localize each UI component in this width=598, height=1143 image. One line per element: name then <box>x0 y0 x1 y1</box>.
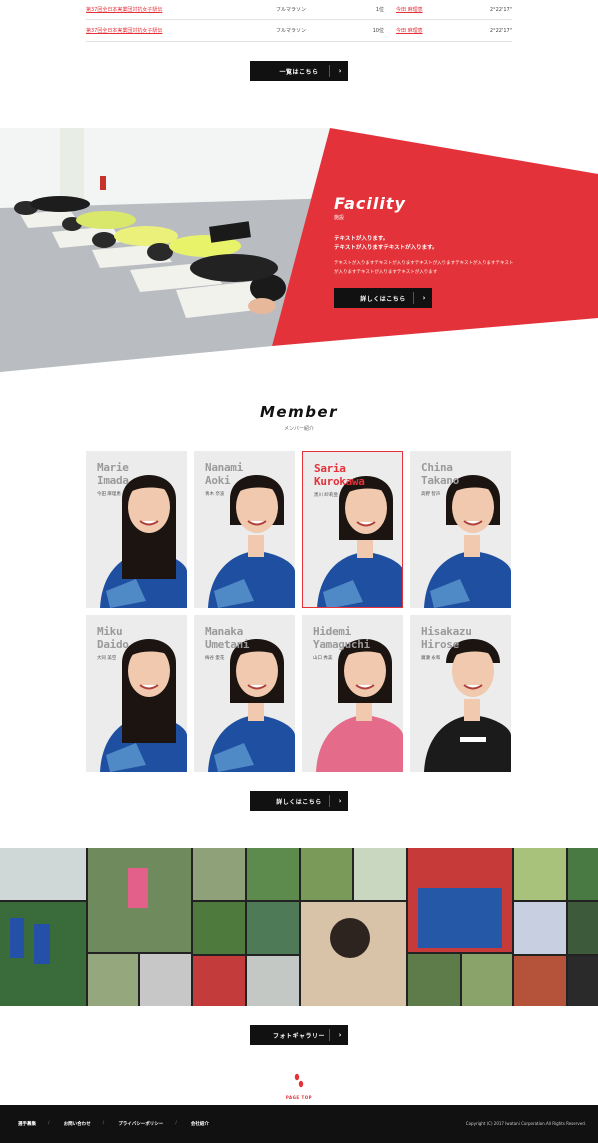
chevron-right-icon: › <box>338 797 342 805</box>
gallery-photo[interactable] <box>0 848 86 900</box>
footer-divider: / <box>175 1121 177 1126</box>
gallery-photo[interactable] <box>193 956 245 1006</box>
facility-details-button[interactable]: 詳しくはこちら › <box>334 288 432 308</box>
button-divider <box>329 1029 330 1041</box>
table-row: 第37回全日本実業団対抗女子駅伝 フルマラソン 1位 今田 麻理恵 2°22'1… <box>86 0 512 20</box>
gallery-photo[interactable] <box>88 954 138 1006</box>
footer-link-privacy[interactable]: プライバシーポリシー <box>118 1121 163 1127</box>
gallery-photo[interactable] <box>140 954 191 1006</box>
member-name-jp: 梅谷 愛花 <box>205 656 225 661</box>
photo-gallery <box>0 848 598 1006</box>
view-list-label: 一覧はこちら <box>279 68 319 76</box>
member-details-label: 詳しくはこちら <box>276 798 322 806</box>
category-cell: フルマラソン <box>276 28 307 34</box>
page: 第37回全日本実業団対抗女子駅伝 フルマラソン 1位 今田 麻理恵 2°22'1… <box>0 0 598 1143</box>
facility-title: Facility <box>334 194 406 213</box>
facility-body: テキストが入りますテキストが入りますテキストが入りますテキストが入りますテキスト… <box>334 261 514 275</box>
facility-subtitle: 施設 <box>334 215 345 221</box>
footer-divider: / <box>102 1121 105 1126</box>
member-name-en: Marie Imada <box>97 461 129 487</box>
facility-details-label: 詳しくはこちら <box>360 295 406 303</box>
table-row: 第37回全日本実業団対抗女子駅伝 フルマラソン 10位 今田 麻理恵 2°22'… <box>86 20 512 42</box>
gallery-photo[interactable] <box>301 848 352 900</box>
member-card[interactable]: Hidemi Yamaguchi 山口 秀美 <box>302 615 403 772</box>
gallery-photo[interactable] <box>408 954 460 1006</box>
footer-links: 選手募集 / お問い合わせ / プライバシーポリシー / 会社紹介 <box>18 1121 233 1127</box>
runner-link[interactable]: 今田 麻理恵 <box>396 6 466 13</box>
gallery-photo[interactable] <box>514 848 566 900</box>
member-name-en: Nanami Aoki <box>205 461 243 487</box>
facility-lead: テキストが入ります。 テキストが入りますテキストが入ります。 <box>334 236 438 251</box>
gallery-photo <box>418 888 502 948</box>
runner-link[interactable]: 今田 麻理恵 <box>396 27 466 34</box>
member-card[interactable]: Miku Daido 大同 美空 <box>86 615 187 772</box>
race-link[interactable]: 第37回全日本実業団対抗女子駅伝 <box>86 27 276 34</box>
button-divider <box>329 65 330 77</box>
member-name-en: Saria Kurokawa <box>314 462 365 488</box>
results-table: 第37回全日本実業団対抗女子駅伝 フルマラソン 1位 今田 麻理恵 2°22'1… <box>86 0 512 42</box>
category-cell: フルマラソン <box>276 7 307 13</box>
gallery-photo[interactable] <box>514 956 566 1006</box>
gallery-photo[interactable] <box>568 902 598 954</box>
gallery-photo[interactable] <box>247 902 299 954</box>
member-card[interactable]: Hisakazu Hirose 廣瀬 永和 <box>410 615 511 772</box>
member-name-jp: 黒川 紗莉亜 <box>314 493 338 498</box>
photo-gallery-label: フォトギャラリー <box>272 1032 325 1040</box>
footprints-icon <box>294 1073 304 1088</box>
gallery-photo <box>330 918 370 958</box>
member-name-en: Miku Daido <box>97 625 129 651</box>
gallery-photo[interactable] <box>193 848 245 900</box>
gallery-photo[interactable] <box>514 902 566 954</box>
copyright: Copyright (C) 2017 Iwatani Corporation.A… <box>465 1121 586 1126</box>
member-card[interactable]: China Takano 高野 智声 <box>410 451 511 608</box>
member-name-en: Hidemi Yamaguchi <box>313 625 370 651</box>
footer-link-contact[interactable]: お問い合わせ <box>64 1121 91 1127</box>
member-name-jp: 山口 秀美 <box>313 656 333 661</box>
gallery-photo[interactable] <box>354 848 406 900</box>
page-top-link[interactable]: PAGE TOP <box>0 1073 598 1100</box>
chevron-right-icon: › <box>338 1031 342 1039</box>
gallery-photo[interactable] <box>193 902 245 954</box>
member-card[interactable]: Manaka Umetani 梅谷 愛花 <box>194 615 295 772</box>
member-card[interactable]: Saria Kurokawa 黒川 紗莉亜 <box>302 451 403 608</box>
member-card[interactable]: Marie Imada 今田 麻理恵 <box>86 451 187 608</box>
gallery-photo[interactable] <box>568 848 598 900</box>
member-name-jp: 大同 美空 <box>97 656 117 661</box>
member-name-jp: 廣瀬 永和 <box>421 656 441 661</box>
gallery-photo <box>128 868 148 908</box>
member-card[interactable]: Nanami Aoki 青木 奈波 <box>194 451 295 608</box>
page-top-label: PAGE TOP <box>285 1095 313 1100</box>
footer-link-company[interactable]: 会社紹介 <box>191 1121 209 1127</box>
race-link[interactable]: 第37回全日本実業団対抗女子駅伝 <box>86 6 276 13</box>
gallery-photo <box>10 918 24 958</box>
gallery-photo[interactable] <box>247 956 299 1006</box>
member-subtitle: メンバー紹介 <box>283 426 314 432</box>
gallery-photo[interactable] <box>247 848 299 900</box>
member-name-en: Manaka Umetani <box>205 625 250 651</box>
time-cell: 2°22'17" <box>489 27 512 34</box>
chevron-right-icon: › <box>422 294 426 302</box>
member-name-en: Hisakazu Hirose <box>421 625 472 651</box>
button-divider <box>329 795 330 807</box>
gallery-photo <box>34 924 50 964</box>
button-divider <box>413 292 414 304</box>
member-title: Member <box>259 403 339 421</box>
gallery-photo[interactable] <box>462 954 512 1006</box>
time-cell: 2°22'17" <box>489 6 512 13</box>
footer-link-recruit[interactable]: 選手募集 <box>18 1121 36 1127</box>
rank-cell: 10位 <box>372 28 384 34</box>
footer: 選手募集 / お問い合わせ / プライバシーポリシー / 会社紹介 Copyri… <box>0 1105 598 1143</box>
member-name-en: China Takano <box>421 461 459 487</box>
gallery-photo[interactable] <box>568 956 598 1006</box>
member-name-jp: 今田 麻理恵 <box>97 492 121 497</box>
chevron-right-icon: › <box>338 67 342 75</box>
rank-cell: 1位 <box>375 7 384 13</box>
view-list-button[interactable]: 一覧はこちら › <box>250 61 348 81</box>
member-name-jp: 青木 奈波 <box>205 492 225 497</box>
footer-divider: / <box>48 1121 50 1126</box>
member-details-button[interactable]: 詳しくはこちら › <box>250 791 348 811</box>
member-name-jp: 高野 智声 <box>421 492 441 497</box>
photo-gallery-button[interactable]: フォトギャラリー › <box>250 1025 348 1045</box>
